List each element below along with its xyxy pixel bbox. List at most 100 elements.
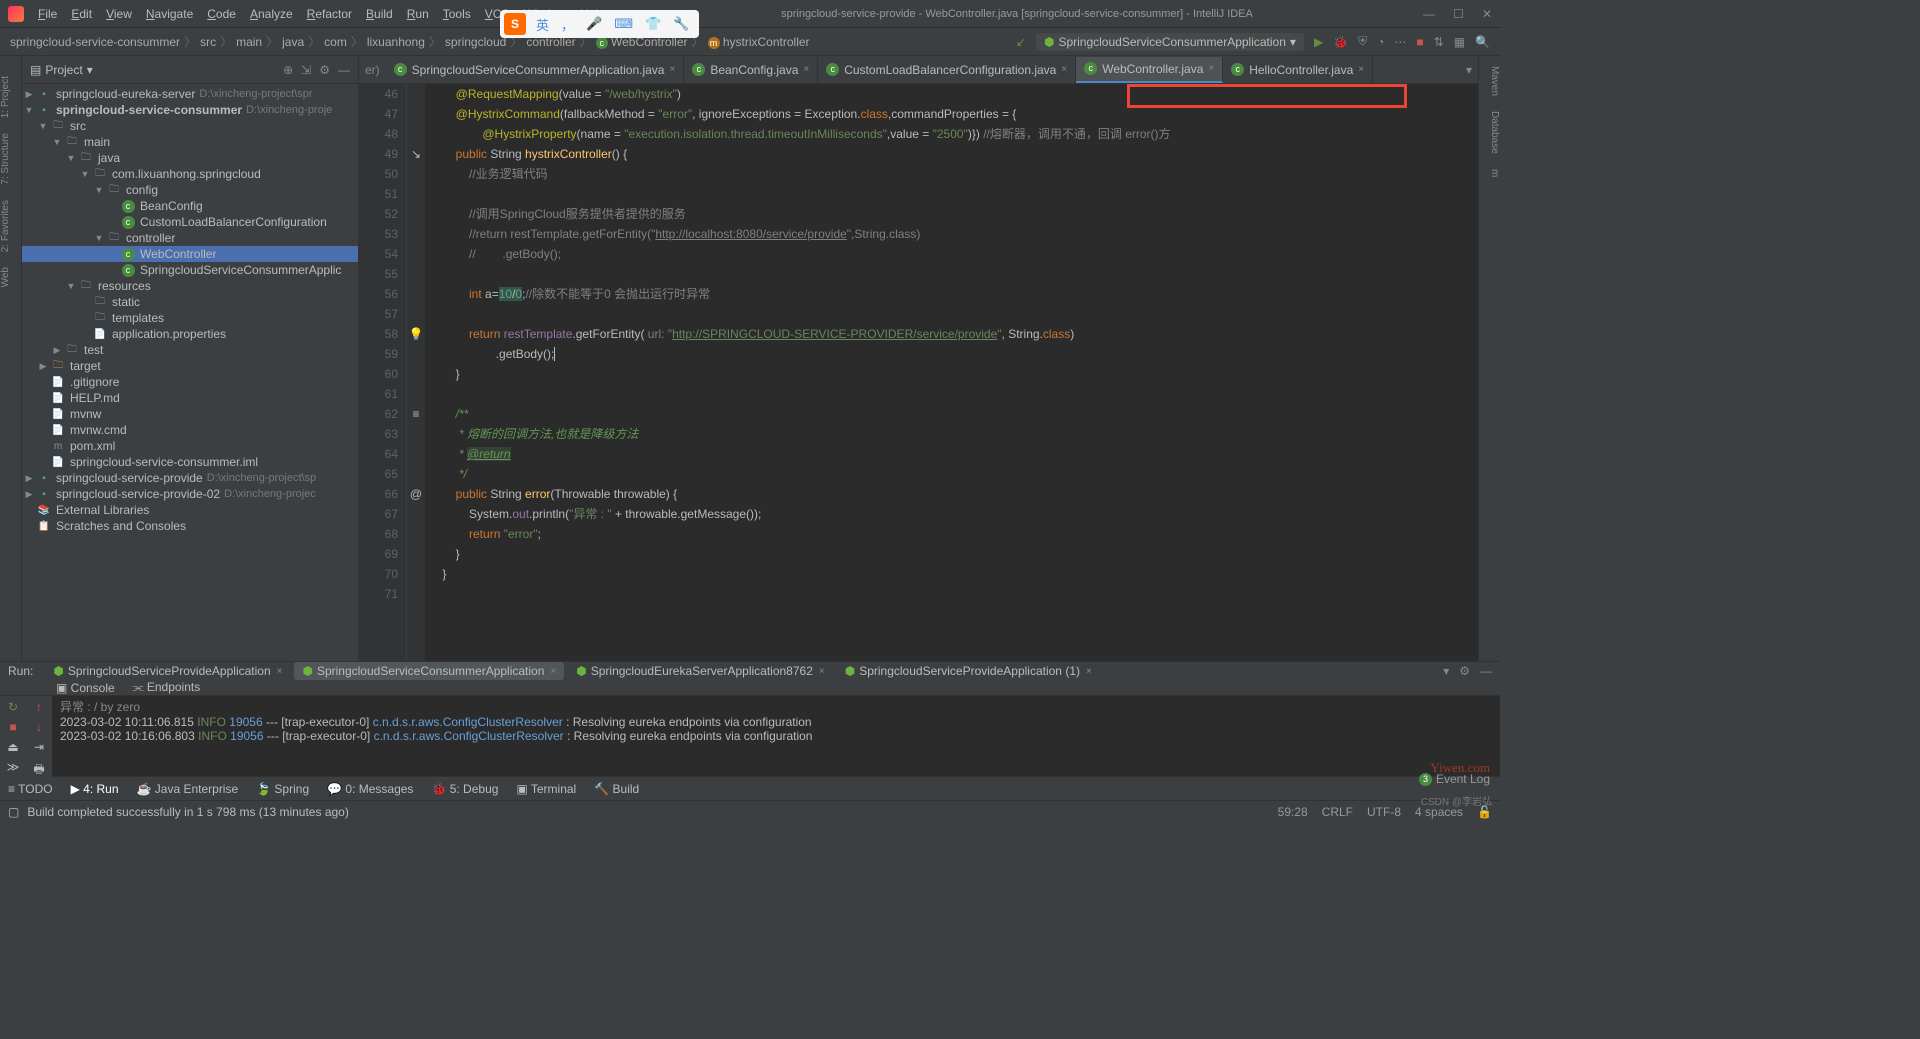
- tree-item[interactable]: 🗀templates: [22, 310, 358, 326]
- profile-icon[interactable]: ◔: [1377, 35, 1384, 49]
- breadcrumb-method[interactable]: m hystrixController: [708, 35, 810, 49]
- tree-item[interactable]: ▼🗀config: [22, 182, 358, 198]
- ime-punct-icon[interactable]: ，: [555, 15, 580, 34]
- run-config-tab[interactable]: ⬢SpringcloudServiceProvideApplication×: [45, 662, 290, 680]
- run-config-tab[interactable]: ⬢SpringcloudServiceProvideApplication (1…: [837, 662, 1100, 680]
- structure-icon[interactable]: ▦: [1454, 35, 1465, 49]
- rerun-icon[interactable]: ↻: [8, 700, 18, 714]
- more-icon[interactable]: ≫: [7, 760, 20, 774]
- editor-tab[interactable]: cCustomLoadBalancerConfiguration.java×: [818, 57, 1076, 83]
- tab-list-icon[interactable]: ▾: [1460, 63, 1478, 77]
- tree-item[interactable]: ▼🗀java: [22, 150, 358, 166]
- close-icon[interactable]: ×: [819, 666, 825, 677]
- menu-view[interactable]: View: [100, 4, 138, 24]
- tool-m[interactable]: m: [1479, 169, 1500, 177]
- breadcrumb-item[interactable]: com: [324, 35, 347, 49]
- ime-tool-icon[interactable]: 🔧: [667, 16, 695, 32]
- bottom-tool[interactable]: 🍃 Spring: [256, 782, 309, 796]
- tree-item[interactable]: cSpringcloudServiceConsummerApplic: [22, 262, 358, 278]
- menu-analyze[interactable]: Analyze: [244, 4, 299, 24]
- breadcrumb-item[interactable]: src: [200, 35, 216, 49]
- run-config-selector[interactable]: ⬢ SpringcloudServiceConsummerApplication…: [1036, 33, 1304, 51]
- stop-icon[interactable]: ■: [1416, 35, 1423, 49]
- line-separator[interactable]: CRLF: [1322, 805, 1353, 819]
- tree-item[interactable]: ▶🗀target: [22, 358, 358, 374]
- menu-tools[interactable]: Tools: [437, 4, 477, 24]
- maximize-icon[interactable]: ☐: [1453, 7, 1464, 21]
- close-tab-icon[interactable]: ×: [1061, 64, 1067, 75]
- tree-item[interactable]: mpom.xml: [22, 438, 358, 454]
- back-icon[interactable]: ↙: [1016, 35, 1026, 49]
- bottom-tool[interactable]: 🔨 Build: [594, 782, 639, 796]
- menu-build[interactable]: Build: [360, 4, 399, 24]
- coverage-icon[interactable]: ⛨: [1358, 34, 1367, 49]
- breadcrumb-item[interactable]: lixuanhong: [367, 35, 425, 49]
- print-icon[interactable]: 🖶: [33, 760, 44, 781]
- tree-item[interactable]: ▶▪springcloud-eureka-serverD:\xincheng-p…: [22, 86, 358, 102]
- down-icon[interactable]: ↓: [36, 720, 42, 734]
- close-icon[interactable]: ×: [1086, 666, 1092, 677]
- tree-item[interactable]: ▼🗀src: [22, 118, 358, 134]
- tree-item[interactable]: 📄HELP.md: [22, 390, 358, 406]
- tree-item[interactable]: ▼▪springcloud-service-consummerD:\xinche…: [22, 102, 358, 118]
- tree-item[interactable]: 📄springcloud-service-consummer.iml: [22, 454, 358, 470]
- build-icon[interactable]: ▶: [1314, 35, 1323, 49]
- close-tab-icon[interactable]: ×: [803, 64, 809, 75]
- tool-maven[interactable]: Maven: [1479, 66, 1500, 96]
- close-tab-icon[interactable]: ×: [1358, 64, 1364, 75]
- ime-toolbar[interactable]: S 英 ， 🎤 ⌨ 👕 🔧: [500, 10, 699, 38]
- console-output[interactable]: 异常 : / by zero2023-03-02 10:11:06.815 IN…: [52, 696, 1500, 781]
- editor-tab[interactable]: cBeanConfig.java×: [684, 57, 818, 83]
- tree-item[interactable]: 📄mvnw.cmd: [22, 422, 358, 438]
- run-config-tab[interactable]: ⬢SpringcloudEurekaServerApplication8762×: [568, 662, 832, 680]
- attach-icon[interactable]: ⋯: [1394, 35, 1406, 49]
- editor-tab[interactable]: cSpringcloudServiceConsummerApplication.…: [386, 57, 685, 83]
- tree-item[interactable]: ▼🗀controller: [22, 230, 358, 246]
- tree-item[interactable]: 📋Scratches and Consoles: [22, 518, 358, 534]
- tree-item[interactable]: ▼🗀resources: [22, 278, 358, 294]
- locate-icon[interactable]: ⊕: [283, 63, 293, 77]
- endpoints-tab[interactable]: ⫘ Endpoints: [133, 680, 201, 695]
- editor-tab[interactable]: cWebController.java×: [1076, 57, 1223, 83]
- close-icon[interactable]: ×: [277, 666, 283, 677]
- minimize-icon[interactable]: —: [1423, 7, 1435, 21]
- menu-edit[interactable]: Edit: [65, 4, 98, 24]
- menu-navigate[interactable]: Navigate: [140, 4, 199, 24]
- debug-icon[interactable]: 🐞: [1333, 35, 1348, 49]
- tool-database[interactable]: Database: [1479, 111, 1500, 154]
- gear-icon[interactable]: ⚙: [1459, 664, 1470, 678]
- console-tab[interactable]: ▣ Console: [56, 681, 115, 695]
- menu-run[interactable]: Run: [401, 4, 435, 24]
- close-icon[interactable]: ✕: [1482, 7, 1492, 21]
- menu-code[interactable]: Code: [201, 4, 242, 24]
- breadcrumb-item[interactable]: springcloud-service-consummer: [10, 35, 180, 49]
- wrap-icon[interactable]: ⇥: [34, 740, 44, 754]
- close-icon[interactable]: ×: [550, 666, 556, 677]
- stop-icon[interactable]: ■: [9, 720, 16, 734]
- hide-icon[interactable]: —: [338, 63, 350, 77]
- tree-item[interactable]: cBeanConfig: [22, 198, 358, 214]
- tree-item[interactable]: 📚External Libraries: [22, 502, 358, 518]
- project-tree[interactable]: ▶▪springcloud-eureka-serverD:\xincheng-p…: [22, 84, 358, 661]
- tree-item[interactable]: 📄mvnw: [22, 406, 358, 422]
- status-icon[interactable]: ▢: [8, 805, 19, 819]
- up-icon[interactable]: ↑: [36, 700, 42, 714]
- tree-item[interactable]: 📄.gitignore: [22, 374, 358, 390]
- tree-item[interactable]: ▶▪springcloud-service-provide-02D:\xinch…: [22, 486, 358, 502]
- editor-tab[interactable]: cHelloController.java×: [1223, 57, 1373, 83]
- bottom-tool[interactable]: 🐞 5: Debug: [431, 782, 498, 796]
- tab-left-overflow[interactable]: er): [359, 63, 386, 77]
- run-config-tab[interactable]: ⬢SpringcloudServiceConsummerApplication×: [294, 662, 564, 680]
- tool-2-favorites[interactable]: 2: Favorites: [0, 200, 21, 252]
- ime-skin-icon[interactable]: 👕: [639, 16, 667, 32]
- menu-refactor[interactable]: Refactor: [301, 4, 358, 24]
- file-encoding[interactable]: UTF-8: [1367, 805, 1401, 819]
- project-panel-title[interactable]: ▤ Project ▾: [30, 63, 93, 77]
- tree-item[interactable]: cCustomLoadBalancerConfiguration: [22, 214, 358, 230]
- code-editor[interactable]: 4647484950515253545556575859606162636465…: [359, 84, 1478, 661]
- tree-item[interactable]: ▼🗀com.lixuanhong.springcloud: [22, 166, 358, 182]
- ime-lang[interactable]: 英: [530, 15, 555, 34]
- git-update-icon[interactable]: ⇅: [1434, 35, 1444, 49]
- tree-item[interactable]: 📄application.properties: [22, 326, 358, 342]
- tree-item[interactable]: 🗀static: [22, 294, 358, 310]
